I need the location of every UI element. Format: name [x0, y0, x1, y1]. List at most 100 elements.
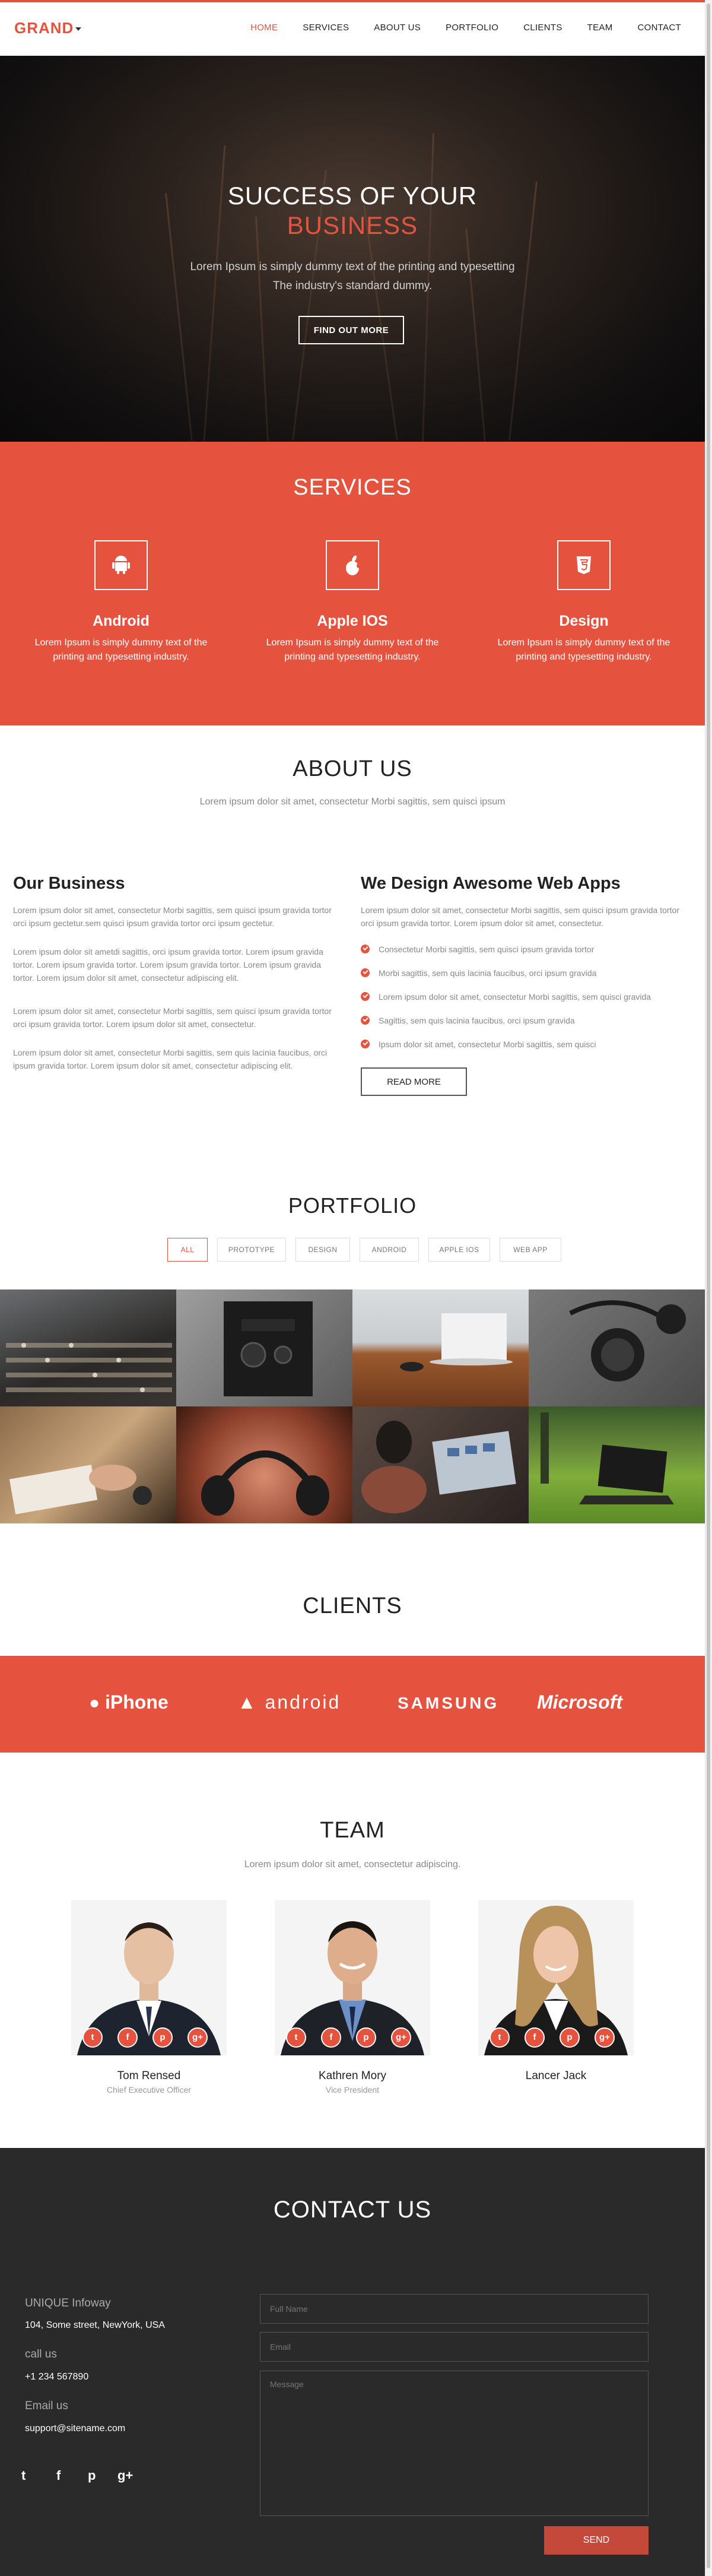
apple-icon: ● [89, 1693, 100, 1713]
facebook-icon[interactable]: f [525, 2027, 545, 2048]
main-nav: HOME SERVICES ABOUT US PORTFOLIO CLIENTS… [225, 23, 681, 33]
google-plus-icon[interactable]: g+ [391, 2027, 411, 2048]
clients-strip: ● iPhone ▲ android SAMSUNG Microsoft [0, 1656, 705, 1753]
read-more-button[interactable]: READ MORE [361, 1067, 467, 1096]
service-name: Apple IOS [317, 613, 388, 629]
portfolio-item-headphones[interactable] [529, 1289, 705, 1406]
portfolio-item-mixing-console[interactable] [0, 1289, 176, 1406]
facebook-icon[interactable]: f [56, 2468, 61, 2483]
email-us-label: Email us [25, 2400, 68, 2412]
email-input[interactable] [260, 2332, 649, 2362]
client-logo-text: iPhone [105, 1691, 169, 1713]
send-button[interactable]: SEND [544, 2526, 649, 2555]
section-subtitle: Lorem ipsum dolor sit amet, consectetur … [244, 1859, 461, 1870]
filter-apple-ios[interactable]: APPLE IOS [428, 1238, 490, 1262]
facebook-icon[interactable]: f [321, 2027, 341, 2048]
client-logo-text: android [265, 1691, 341, 1713]
nav-portfolio[interactable]: PORTFOLIO [446, 23, 498, 33]
pinterest-icon[interactable]: p [152, 2027, 173, 2048]
filter-android[interactable]: ANDROID [360, 1238, 419, 1262]
nav-team[interactable]: TEAM [587, 23, 613, 33]
android-icon [94, 540, 148, 590]
team-member-name: Tom Rensed [117, 2070, 181, 2082]
email-address[interactable]: support@sitename.com [25, 2423, 125, 2434]
services-section: SERVICES Android Lorem Ipsum is simply d… [0, 442, 705, 725]
portfolio-item-laptop-on-grass[interactable] [529, 1406, 705, 1523]
checklist-item: Ipsum dolor sit amet, consectetur Morbi … [361, 1038, 596, 1051]
phone-number: +1 234 567890 [25, 2372, 89, 2382]
nav-home[interactable]: HOME [250, 23, 278, 33]
section-title: PORTFOLIO [288, 1193, 417, 1218]
logo-caret-icon [75, 27, 82, 31]
scrollbar-thumb[interactable] [707, 4, 710, 2568]
about-paragraph: Lorem ipsum dolor sit amet, consectetur … [13, 1006, 332, 1029]
about-paragraph: Lorem ipsum dolor sit amet, consectetur … [13, 1048, 328, 1070]
google-plus-icon[interactable]: g+ [117, 2468, 133, 2483]
hero-title-highlight: BUSINESS [287, 211, 418, 239]
checklist-text: Lorem ipsum dolor sit amet, consectetur … [379, 992, 651, 1002]
hero-banner: SUCCESS OF YOUR BUSINESS Lorem Ipsum is … [0, 56, 705, 442]
twitter-icon[interactable]: t [21, 2468, 26, 2483]
clients-header: CLIENTS [0, 1577, 705, 1656]
nav-contact[interactable]: CONTACT [638, 23, 681, 33]
team-member-role: Chief Executive Officer [106, 2085, 192, 2095]
about-section: ABOUT US Lorem ipsum dolor sit amet, con… [0, 725, 705, 1117]
nav-clients[interactable]: CLIENTS [523, 23, 562, 33]
checklist-text: Consectetur Morbi sagittis, sem quisci i… [379, 945, 595, 954]
check-icon [361, 945, 370, 953]
pinterest-icon[interactable]: p [88, 2468, 96, 2483]
call-us-label: call us [25, 2348, 57, 2360]
company-name: UNIQUE Infoway [25, 2297, 111, 2309]
portfolio-item-headphones-closeup[interactable] [176, 1406, 352, 1523]
checklist-text: Morbi sagittis, sem quis lacinia faucibu… [379, 968, 597, 978]
twitter-icon[interactable]: t [490, 2027, 510, 2048]
team-member-role: Vice President [325, 2085, 379, 2095]
section-title: CLIENTS [303, 1593, 402, 1618]
portfolio-header: PORTFOLIO [0, 1181, 705, 1229]
portfolio-item-hands-writing[interactable] [0, 1406, 176, 1523]
team-member-name: Kathren Mory [318, 2070, 387, 2082]
web-apps-title: We Design Awesome Web Apps [361, 874, 621, 893]
portfolio-item-amplifier-knobs[interactable] [176, 1289, 352, 1406]
check-icon [361, 1040, 370, 1048]
portfolio-item-laptop-meeting[interactable] [352, 1406, 529, 1523]
full-name-input[interactable] [260, 2294, 649, 2324]
nav-services[interactable]: SERVICES [303, 23, 349, 33]
portfolio-item-laptop-on-desk[interactable] [352, 1289, 529, 1406]
hero-title: SUCCESS OF YOUR [227, 182, 478, 210]
service-description: Lorem Ipsum is simply dummy text of the … [266, 638, 439, 662]
team-header: TEAM Lorem ipsum dolor sit amet, consect… [0, 1799, 705, 1870]
client-logo-text: Microsoft [537, 1691, 622, 1713]
check-icon [361, 968, 370, 977]
pinterest-icon[interactable]: p [356, 2027, 376, 2048]
checklist-item: Consectetur Morbi sagittis, sem quisci i… [361, 943, 594, 956]
filter-design[interactable]: DESIGN [295, 1238, 350, 1262]
logo[interactable]: GRAND [14, 19, 82, 37]
checklist-text: Ipsum dolor sit amet, consectetur Morbi … [379, 1040, 596, 1049]
section-title: TEAM [320, 1818, 385, 1843]
twitter-icon[interactable]: t [82, 2027, 103, 2048]
filter-prototype[interactable]: PROTOTYPE [217, 1238, 286, 1262]
service-description: Lorem Ipsum is simply dummy text of the … [34, 638, 208, 662]
service-name: Android [93, 613, 150, 629]
find-out-more-button[interactable]: FIND OUT MORE [298, 316, 404, 344]
nav-about[interactable]: ABOUT US [374, 23, 421, 33]
hero-subtitle-line: The industry's standard dummy. [272, 280, 433, 292]
checklist-text: Sagittis, sem quis lacinia faucibus, orc… [379, 1016, 575, 1025]
logo-text: GRAND [14, 19, 74, 37]
check-icon [361, 992, 370, 1001]
message-textarea[interactable] [260, 2371, 649, 2516]
twitter-icon[interactable]: t [286, 2027, 306, 2048]
client-logo-samsung: SAMSUNG [398, 1694, 499, 1713]
google-plus-icon[interactable]: g+ [595, 2027, 615, 2048]
section-subtitle: Lorem ipsum dolor sit amet, consectetur … [199, 797, 506, 807]
our-business-title: Our Business [13, 874, 125, 893]
facebook-icon[interactable]: f [117, 2027, 138, 2048]
pinterest-icon[interactable]: p [560, 2027, 580, 2048]
google-plus-icon[interactable]: g+ [187, 2027, 208, 2048]
filter-all[interactable]: ALL [167, 1238, 208, 1262]
filter-web-app[interactable]: WEB APP [500, 1238, 561, 1262]
service-card: Design Lorem Ipsum is simply dummy text … [486, 540, 682, 664]
client-logo-microsoft: Microsoft [537, 1691, 622, 1713]
checklist-item: Morbi sagittis, sem quis lacinia faucibu… [361, 967, 596, 980]
